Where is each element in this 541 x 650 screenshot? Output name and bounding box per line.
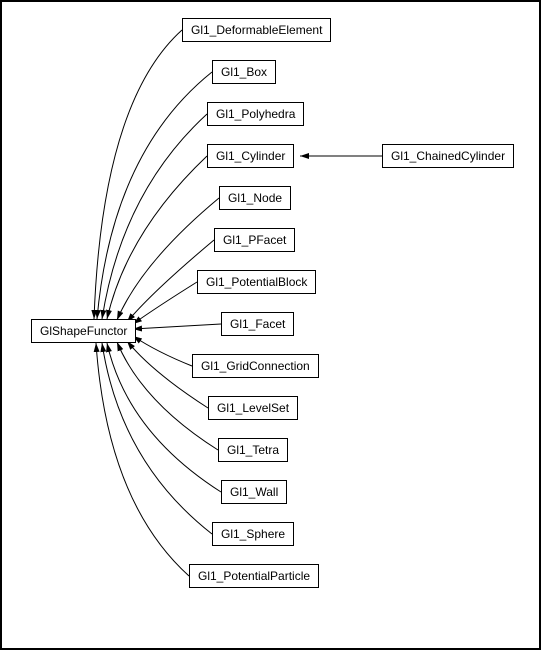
node-deformable: Gl1_DeformableElement <box>182 18 331 42</box>
node-cylinder: Gl1_Cylinder <box>207 144 294 168</box>
node-label: Gl1_Node <box>228 191 282 205</box>
node-label: Gl1_ChainedCylinder <box>391 149 505 163</box>
node-chainedcylinder: Gl1_ChainedCylinder <box>382 144 514 168</box>
node-label: Gl1_PFacet <box>223 233 286 247</box>
node-polyhedra: Gl1_Polyhedra <box>207 102 304 126</box>
node-label: Gl1_Sphere <box>221 527 285 541</box>
node-label: Gl1_Cylinder <box>216 149 285 163</box>
node-label: Gl1_Polyhedra <box>216 107 295 121</box>
node-gridconnection: Gl1_GridConnection <box>192 354 319 378</box>
node-label: GlShapeFunctor <box>40 324 127 338</box>
node-label: Gl1_Tetra <box>227 443 279 457</box>
node-levelset: Gl1_LevelSet <box>208 396 298 420</box>
node-label: Gl1_Box <box>221 65 267 79</box>
node-label: Gl1_GridConnection <box>201 359 310 373</box>
node-pfacet: Gl1_PFacet <box>214 228 295 252</box>
node-label: Gl1_LevelSet <box>217 401 289 415</box>
node-label: Gl1_PotentialParticle <box>198 569 310 583</box>
node-node: Gl1_Node <box>219 186 291 210</box>
node-sphere: Gl1_Sphere <box>212 522 294 546</box>
node-label: Gl1_DeformableElement <box>191 23 322 37</box>
node-label: Gl1_Facet <box>230 317 285 331</box>
diagram-canvas: GlShapeFunctor Gl1_DeformableElement Gl1… <box>0 0 541 650</box>
node-tetra: Gl1_Tetra <box>218 438 288 462</box>
node-box: Gl1_Box <box>212 60 276 84</box>
node-wall: Gl1_Wall <box>221 480 287 504</box>
node-potentialparticle: Gl1_PotentialParticle <box>189 564 319 588</box>
node-root: GlShapeFunctor <box>31 319 136 343</box>
node-facet: Gl1_Facet <box>221 312 294 336</box>
node-potentialblock: Gl1_PotentialBlock <box>197 270 316 294</box>
node-label: Gl1_Wall <box>230 485 278 499</box>
node-label: Gl1_PotentialBlock <box>206 275 307 289</box>
